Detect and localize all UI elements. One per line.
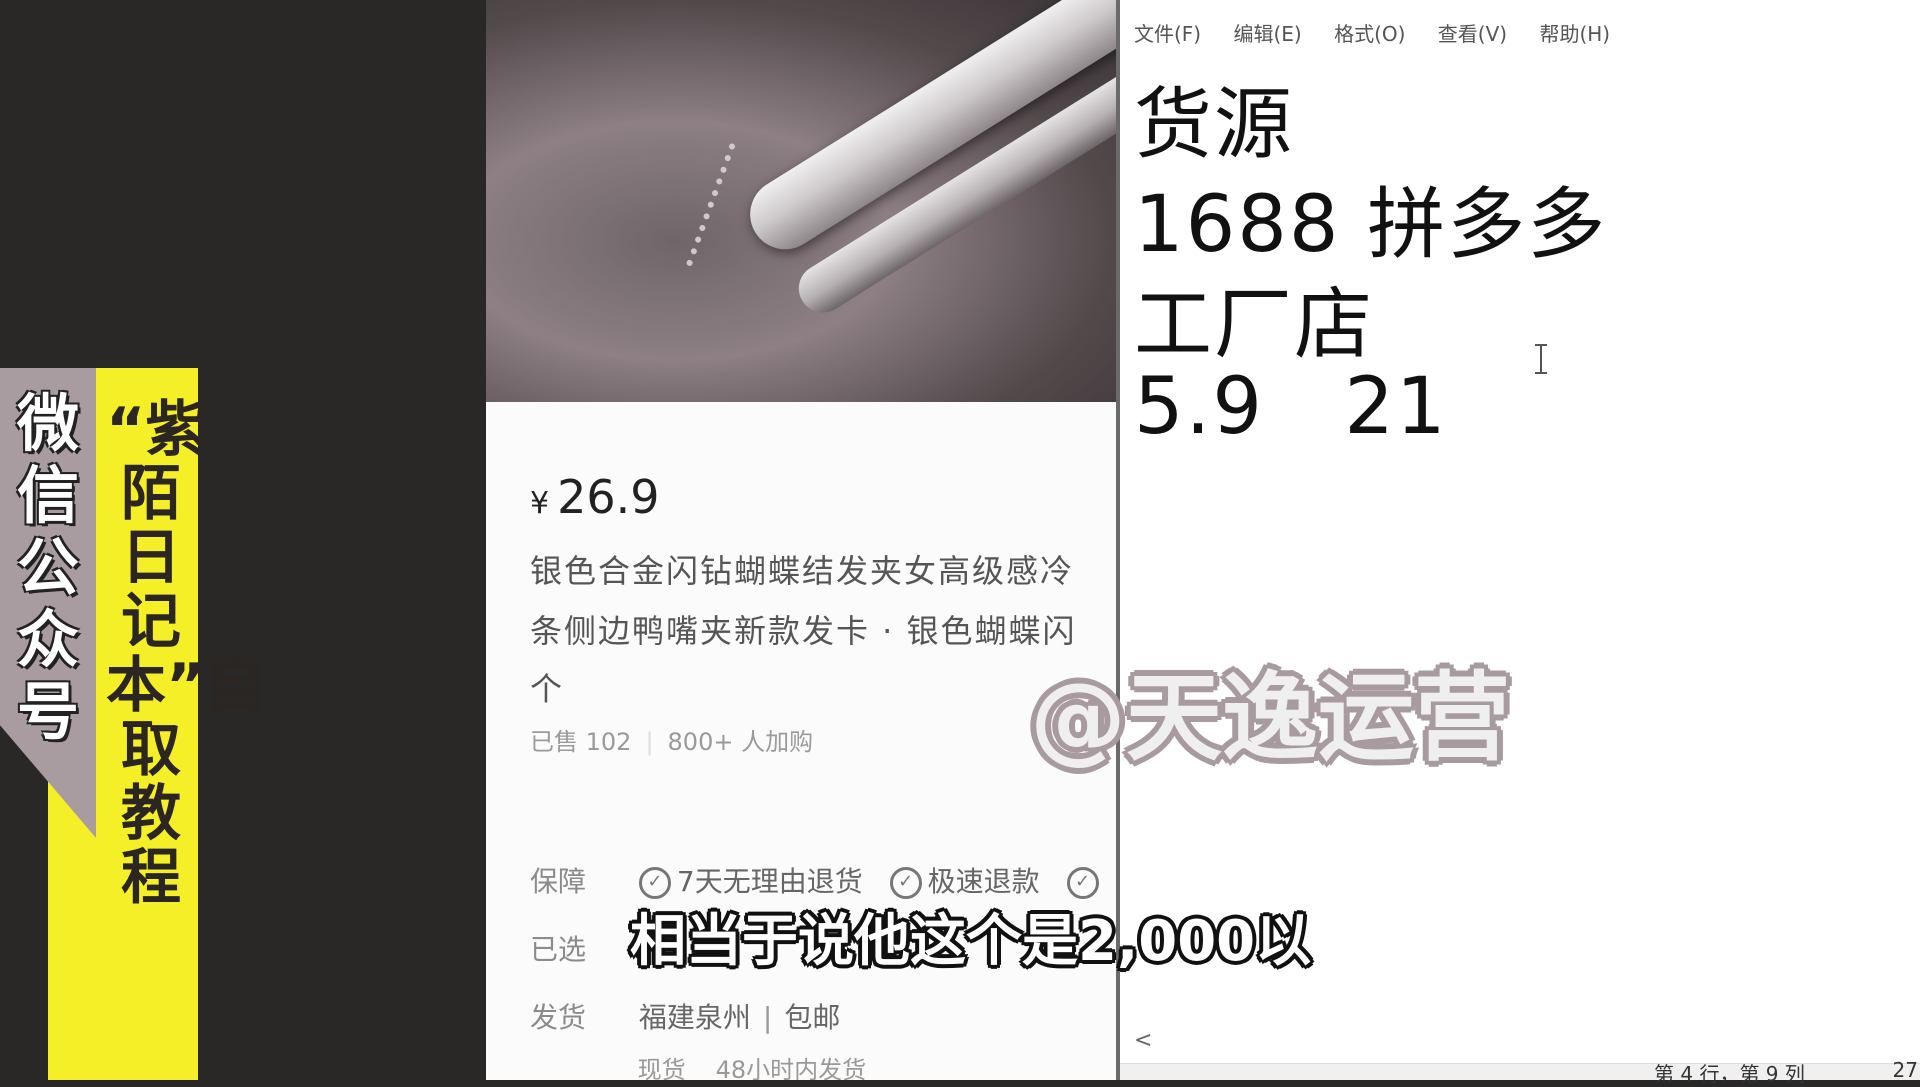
video-subtitle: 相当于说他这个是2,000以	[630, 909, 1312, 974]
sold-count: 已售 102	[530, 728, 632, 756]
stock-status: 现货	[637, 1056, 686, 1080]
shipping-origin: 福建泉州	[638, 1001, 751, 1034]
menu-view[interactable]: 查看(V)	[1438, 22, 1507, 46]
cursor-position: 第 4 行，第 9 列	[1654, 1062, 1805, 1086]
notepad-text-line-2[interactable]: 1688 拼多多	[1134, 162, 1607, 274]
tutorial-banner-text: “紫陌日记本”自取教程	[106, 395, 266, 913]
selected-label: 已选	[530, 933, 587, 966]
divider: |	[762, 1001, 773, 1034]
notepad-statusbar: 第 4 行，第 9 列 27	[1120, 1058, 1920, 1086]
product-image[interactable]	[486, 0, 1116, 402]
stock-row: 现货 48小时内发货	[530, 1050, 867, 1080]
shipping-row: 发货 福建泉州 | 包邮	[530, 996, 840, 1036]
notepad-text-line-1[interactable]: 货源	[1134, 62, 1294, 174]
check-circle-icon: ✓	[889, 867, 922, 899]
shipping-label: 发货	[530, 1001, 587, 1034]
ship-time: 48小时内发货	[715, 1056, 867, 1080]
wechat-account-banner: 微信公众号	[0, 368, 96, 838]
price-value: 26.9	[557, 470, 660, 524]
sales-info: 已售 102 | 800+ 人加购	[530, 722, 813, 757]
divider: |	[645, 728, 654, 756]
scroll-left-arrow[interactable]: <	[1134, 1028, 1152, 1053]
guarantee-label: 保障	[530, 865, 587, 898]
check-circle-icon: ✓	[638, 867, 671, 899]
notepad-text-line-4[interactable]: 5.9 21	[1134, 362, 1448, 452]
zoom-level: 27	[1892, 1058, 1918, 1082]
wechat-account-text: 微信公众号	[16, 387, 79, 748]
cart-count: 800+ 人加购	[667, 728, 814, 756]
selected-row[interactable]: 已选	[530, 928, 630, 968]
product-title-line-3: 个	[530, 670, 565, 708]
product-price: ¥26.9	[530, 470, 660, 524]
notepad-text-line-3[interactable]: 工厂店	[1134, 262, 1374, 374]
product-title-line-2: 条侧边鸭嘴夹新款发卡 · 银色蝴蝶闪	[530, 612, 1077, 650]
left-background-panel: “紫陌日记本”自取教程 微信公众号	[0, 0, 486, 1080]
text-cursor-icon	[1535, 344, 1552, 374]
channel-watermark: @天逸运营	[1030, 662, 1510, 774]
menu-help[interactable]: 帮助(H)	[1539, 22, 1610, 46]
notepad-menubar: 文件(F) 编辑(E) 格式(O) 查看(V) 帮助(H)	[1134, 18, 1636, 47]
currency-symbol: ¥	[530, 486, 550, 521]
menu-edit[interactable]: 编辑(E)	[1233, 22, 1301, 46]
guarantee-refund: ✓ 极速退款	[889, 865, 1049, 899]
shipping-fee: 包邮	[784, 1001, 841, 1034]
guarantee-row[interactable]: 保障 ✓ 7天无理由退货 ✓ 极速退款 ✓	[530, 860, 1105, 900]
menu-file[interactable]: 文件(F)	[1134, 22, 1201, 46]
check-circle-icon: ✓	[1066, 867, 1099, 899]
product-title-line-1: 银色合金闪钻蝴蝶结发夹女高级感冷	[530, 552, 1075, 590]
menu-format[interactable]: 格式(O)	[1334, 22, 1405, 46]
guarantee-return: ✓ 7天无理由退货	[638, 865, 872, 899]
